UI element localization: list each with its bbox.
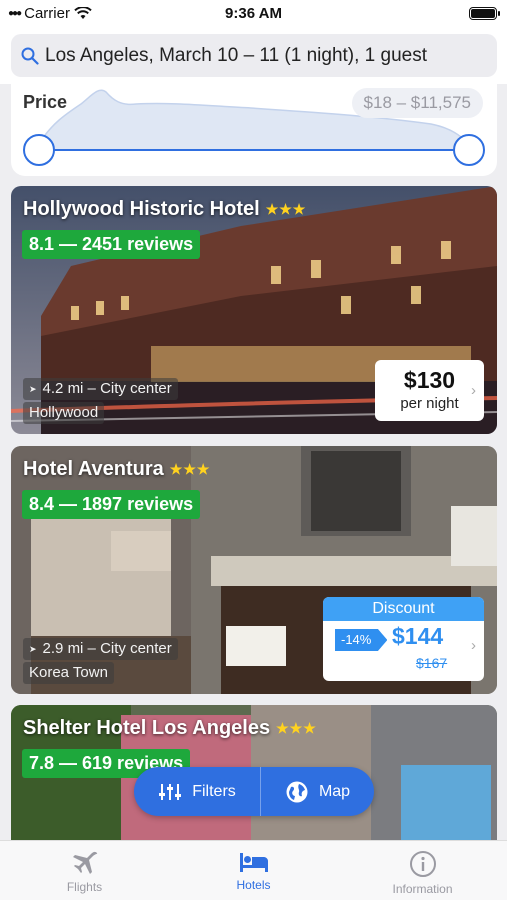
tab-flights[interactable]: Flights [0,841,169,900]
search-header: Los Angeles, March 10 – 11 (1 night), 1 … [0,28,507,84]
hotel-name: Hotel Aventura ★★★ [23,458,210,481]
tab-bar: Flights Hotels Information [0,840,507,900]
price-unit: per night [400,395,459,412]
battery-icon [469,7,500,20]
price-max-handle[interactable] [453,134,485,166]
hotel-name-text: Hollywood Historic Hotel [23,198,260,220]
distance-text: 2.9 mi – City center [42,640,172,657]
tab-label: Information [392,882,453,896]
original-price: $167 [416,655,448,671]
hotel-name: Hollywood Historic Hotel ★★★ [23,198,306,221]
price-amount: $130 [403,367,456,393]
star-rating: ★★★ [265,201,307,217]
distance-label: ➤ 4.2 mi – City center [23,378,178,400]
hotel-name-text: Hotel Aventura [23,458,164,480]
hotel-card[interactable]: Hollywood Historic Hotel ★★★ 8.1 — 2451 … [11,186,497,434]
map-label: Map [318,782,351,800]
discount-header: Discount [323,597,484,621]
filter-map-bar: Filters Map [134,767,374,816]
rating-badge: 8.1 — 2451 reviews [22,230,201,259]
search-input[interactable]: Los Angeles, March 10 – 11 (1 night), 1 … [11,34,497,77]
neighborhood-label: Korea Town [23,662,114,684]
location-arrow-icon: ➤ [29,384,37,394]
tab-label: Flights [66,880,103,894]
search-query: Los Angeles, March 10 – 11 (1 night), 1 … [45,44,427,66]
tab-information[interactable]: Information [338,841,507,900]
filters-label: Filters [192,782,236,800]
globe-icon [286,781,308,802]
discount-percent-badge: -14% [335,629,388,651]
star-rating: ★★★ [276,720,317,736]
rating-badge: 8.4 — 1897 reviews [22,490,201,519]
discounted-price: $144 [392,623,444,649]
location-arrow-icon: ➤ [29,644,37,654]
bed-icon [239,853,268,872]
price-range-value: $18 – $11,575 [351,88,483,118]
discount-price-button[interactable]: Discount -14% $144 $167 › [323,597,484,681]
neighborhood-label: Hollywood [23,402,105,424]
search-icon [21,47,39,65]
price-label: Price [23,92,68,112]
chevron-right-icon: › [471,382,476,399]
price-button[interactable]: $130 per night › [375,360,484,421]
tab-hotels[interactable]: Hotels [169,841,338,900]
sliders-icon [159,783,182,800]
status-bar: ●●● Carrier 9:36 AM [0,0,507,28]
airplane-icon [72,851,97,874]
chevron-right-icon: › [471,637,476,654]
price-slider-track[interactable] [39,149,469,151]
clock: 9:36 AM [225,5,282,22]
price-filter: Price $18 – $11,575 [11,84,497,176]
tab-label: Hotels [236,878,271,892]
distance-label: ➤ 2.9 mi – City center [23,638,178,660]
hotel-name: Shelter Hotel Los Angeles ★★★ [23,717,317,740]
map-button[interactable]: Map [261,767,374,816]
hotel-card[interactable]: Hotel Aventura ★★★ 8.4 — 1897 reviews ➤ … [11,446,497,694]
star-rating: ★★★ [169,461,211,477]
distance-text: 4.2 mi – City center [42,380,172,397]
price-min-handle[interactable] [23,134,55,166]
hotel-name-text: Shelter Hotel Los Angeles [23,717,271,739]
filters-button[interactable]: Filters [134,767,261,816]
info-icon [409,851,436,877]
